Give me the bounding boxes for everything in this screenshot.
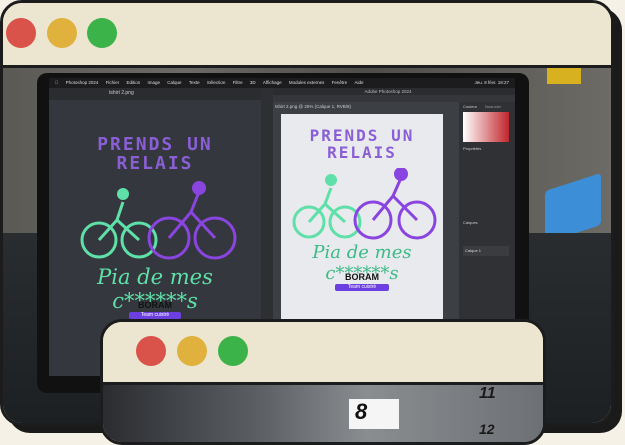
menu-item[interactable]: Fichier xyxy=(106,78,120,88)
artwork-line1: PRENDS UN xyxy=(97,134,213,155)
menu-item[interactable]: Edition xyxy=(126,78,140,88)
second-photo-content: 8 11 12 xyxy=(103,385,543,442)
menu-item[interactable]: Modules externes xyxy=(289,78,325,88)
panel-tab-properties[interactable]: Propriétés xyxy=(463,146,481,151)
menu-item[interactable]: 3D xyxy=(250,78,256,88)
color-picker[interactable] xyxy=(463,112,509,142)
menu-item[interactable]: Texte xyxy=(189,78,200,88)
menu-item[interactable]: Calque xyxy=(167,78,181,88)
apple-icon[interactable]:  xyxy=(55,78,58,88)
preview-filename: tshirt 2.png xyxy=(109,90,134,96)
panel-tab-color[interactable]: Couleur xyxy=(463,104,477,109)
artwork-brand: BORAM xyxy=(138,300,172,310)
menu-item[interactable]: Sélection xyxy=(207,78,226,88)
minimize-button[interactable] xyxy=(47,18,77,48)
second-title-bar[interactable] xyxy=(103,322,543,385)
second-close-button[interactable] xyxy=(136,336,166,366)
doc-tab[interactable]: tshirt 2.png @ 25% (Calque 1, RVB/8) xyxy=(275,104,351,109)
canvas-artwork-brand-sub: Team cuistrè xyxy=(335,284,389,291)
ps-title: Adobe Photoshop 2024 xyxy=(261,88,515,95)
menubar-clock: Jeu. 8 févr. 18:27 xyxy=(474,80,509,85)
preview-toolbar: tshirt 2.png xyxy=(49,88,261,100)
menu-item[interactable]: Filtre xyxy=(233,78,243,88)
shelf-yellow-item xyxy=(547,68,581,84)
menu-item[interactable]: Image xyxy=(148,78,161,88)
price-label-12: 12 xyxy=(479,421,495,437)
title-bar[interactable] xyxy=(3,3,611,68)
second-photo-background xyxy=(103,385,543,442)
second-minimize-button[interactable] xyxy=(177,336,207,366)
menu-item[interactable]: Affichage xyxy=(263,78,282,88)
second-maximize-button[interactable] xyxy=(218,336,248,366)
menu-bar:  Photoshop 2024 Fichier Edition Image C… xyxy=(49,78,515,88)
maximize-button[interactable] xyxy=(87,18,117,48)
layer-row[interactable]: Calque 1 xyxy=(463,246,509,256)
cyclists-artwork xyxy=(80,181,237,260)
artwork-brand-sub: Team cuistrè xyxy=(129,312,181,319)
second-window: 8 11 12 xyxy=(100,319,546,445)
canvas-artwork-line2: RELAIS xyxy=(327,143,397,162)
panel-tab-layers[interactable]: Calques xyxy=(463,220,478,225)
document-canvas[interactable]: PRENDS UN RELAIS Pia de mes c******s BOR… xyxy=(281,114,443,328)
menu-item[interactable]: Photoshop 2024 xyxy=(66,78,99,88)
menu-item[interactable]: Aide xyxy=(354,78,363,88)
canvas-artwork-line1: PRENDS UN xyxy=(309,126,415,145)
canvas-artwork-brand: BORAM xyxy=(345,272,379,282)
panel-tab-swatches[interactable]: Nuancier xyxy=(485,104,501,109)
canvas-cyclists-artwork xyxy=(292,168,437,240)
menu-item[interactable]: Fenêtre xyxy=(332,78,348,88)
price-label-11: 11 xyxy=(479,385,496,402)
close-button[interactable] xyxy=(6,18,36,48)
ps-options-bar xyxy=(261,95,515,102)
artwork-line2: RELAIS xyxy=(116,153,194,174)
price-label-8: 8 xyxy=(349,399,399,429)
